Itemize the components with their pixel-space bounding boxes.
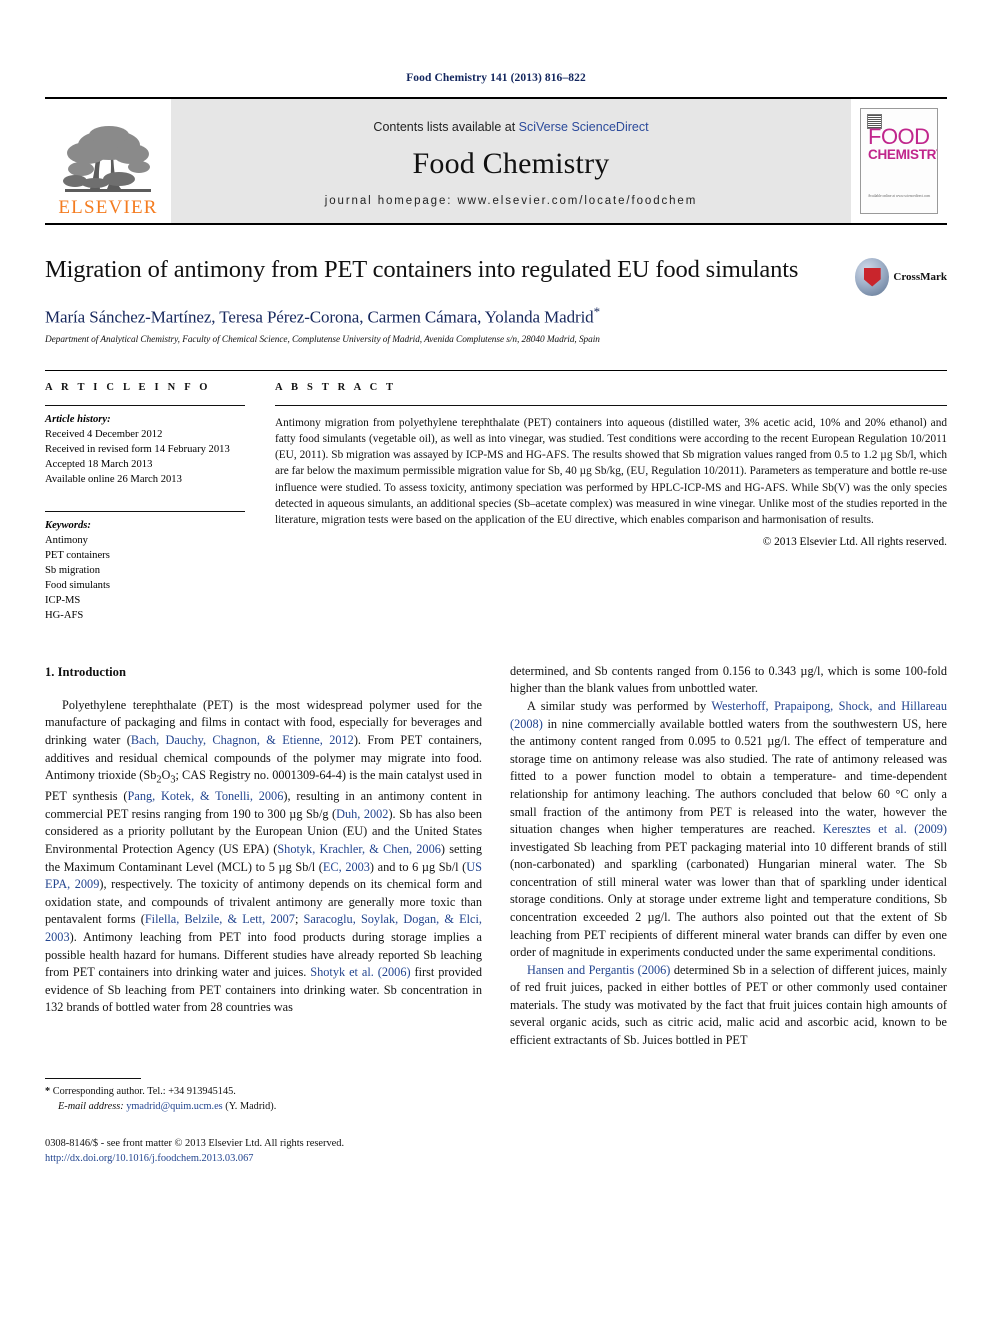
citation-reference[interactable]: Shotyk et al. (2006) bbox=[310, 965, 410, 979]
history-item: Received in revised form 14 February 201… bbox=[45, 443, 230, 455]
corresponding-author-text: Corresponding author. Tel.: +34 91394514… bbox=[52, 1086, 236, 1098]
keyword-item: Sb migration bbox=[45, 564, 101, 576]
history-item: Available online 26 March 2013 bbox=[45, 473, 182, 485]
cover-title-food: FOOD bbox=[868, 124, 930, 149]
citation-reference[interactable]: EC, 2003 bbox=[323, 860, 370, 874]
history-item: Accepted 18 March 2013 bbox=[45, 458, 153, 470]
article-history-group: Article history: Received 4 December 201… bbox=[45, 406, 245, 487]
paragraph-right-1: determined, and Sb contents ranged from … bbox=[510, 663, 947, 696]
article-info-column: A R T I C L E I N F O Article history: R… bbox=[45, 382, 275, 623]
article-info-heading: A R T I C L E I N F O bbox=[45, 381, 211, 393]
doi-link[interactable]: http://dx.doi.org/10.1016/j.foodchem.201… bbox=[45, 1151, 482, 1167]
sciencedirect-link[interactable]: SciVerse ScienceDirect bbox=[519, 120, 649, 134]
journal-masthead: ELSEVIER Contents lists available at Sci… bbox=[45, 97, 947, 225]
page-title: Migration of antimony from PET container… bbox=[45, 256, 799, 283]
email-note: E-mail address: ymadrid@quim.ucm.es (Y. … bbox=[45, 1100, 482, 1115]
citation-reference[interactable]: Bach, Dauchy, Chagnon, & Etienne, 2012 bbox=[131, 733, 354, 747]
citation-reference[interactable]: Duh, 2002 bbox=[336, 807, 388, 821]
citation-reference[interactable]: Westerhoff, Prapaipong, Shock, and Hilla… bbox=[510, 699, 947, 731]
keyword-item: Antimony bbox=[45, 534, 88, 546]
paragraph-right-3: Hansen and Pergantis (2006) determined S… bbox=[510, 962, 947, 1048]
crossmark-icon bbox=[855, 258, 890, 296]
author-names: María Sánchez-Martínez, Teresa Pérez-Cor… bbox=[45, 307, 594, 327]
footnote-area: * Corresponding author. Tel.: +34 913945… bbox=[45, 1078, 482, 1166]
issn-copyright-block: 0308-8146/$ - see front matter © 2013 El… bbox=[45, 1136, 482, 1167]
title-block: Migration of antimony from PET container… bbox=[45, 255, 947, 345]
keyword-item: PET containers bbox=[45, 549, 110, 561]
keywords-group: Keywords: Antimony PET containers Sb mig… bbox=[45, 512, 245, 623]
email-address-link[interactable]: ymadrid@quim.ucm.es bbox=[126, 1101, 222, 1112]
citation-reference[interactable]: Keresztes et al. (2009) bbox=[823, 822, 947, 836]
keywords-label: Keywords: bbox=[45, 519, 91, 531]
journal-title: Food Chemistry bbox=[412, 146, 610, 180]
info-abstract-band: A R T I C L E I N F O Article history: R… bbox=[45, 369, 947, 623]
keyword-item: HG-AFS bbox=[45, 609, 84, 621]
elsevier-logo: ELSEVIER bbox=[45, 99, 171, 223]
crossmark-badge[interactable]: CrossMark bbox=[855, 255, 947, 299]
email-label: E-mail address: bbox=[58, 1101, 124, 1112]
citation-reference[interactable]: Hansen and Pergantis (2006) bbox=[527, 963, 670, 977]
body-columns: 1. Introduction Polyethylene terephthala… bbox=[45, 663, 947, 1167]
running-head: Food Chemistry 141 (2013) 816–822 bbox=[406, 72, 586, 84]
article-history-label: Article history: bbox=[45, 413, 111, 425]
footnote-rule bbox=[45, 1078, 141, 1080]
body-left-column: 1. Introduction Polyethylene terephthala… bbox=[45, 663, 482, 1167]
abstract-heading: A B S T R A C T bbox=[275, 381, 397, 393]
elsevier-tree-icon bbox=[63, 126, 151, 192]
paragraph-right-2: A similar study was performed by Westerh… bbox=[510, 699, 948, 960]
cover-title-chemistry: CHEMISTRY bbox=[868, 147, 938, 162]
abstract-copyright: © 2013 Elsevier Ltd. All rights reserved… bbox=[762, 536, 947, 549]
journal-cover-thumbnail: FOOD CHEMISTRY Available online at www.s… bbox=[851, 99, 947, 223]
footnote-star: * bbox=[45, 1086, 51, 1098]
keyword-item: Food simulants bbox=[45, 579, 111, 591]
affiliation: Department of Analytical Chemistry, Facu… bbox=[45, 334, 600, 345]
paper-page: Food Chemistry 141 (2013) 816–822 ELSEVI… bbox=[0, 0, 992, 1323]
cover-footline: Available online at www.sciencedirect.co… bbox=[867, 193, 931, 198]
corresponding-author-marker: * bbox=[593, 303, 601, 319]
email-suffix: (Y. Madrid). bbox=[225, 1101, 277, 1112]
citation-reference[interactable]: Pang, Kotek, & Tonelli, 2006 bbox=[128, 789, 284, 803]
journal-homepage-link[interactable]: journal homepage: www.elsevier.com/locat… bbox=[325, 195, 697, 207]
journal-band: Contents lists available at SciVerse Sci… bbox=[171, 99, 851, 223]
author-list: María Sánchez-Martínez, Teresa Pérez-Cor… bbox=[45, 304, 947, 328]
body-right-column: determined, and Sb contents ranged from … bbox=[510, 663, 947, 1167]
section-heading-introduction: 1. Introduction bbox=[45, 664, 126, 679]
crossmark-label: CrossMark bbox=[893, 271, 947, 283]
paragraph-intro-1: Polyethylene terephthalate (PET) is the … bbox=[45, 697, 482, 1015]
citation-reference[interactable]: Shotyk, Krachler, & Chen, 2006 bbox=[277, 842, 441, 856]
abstract-column: A B S T R A C T Antimony migration from … bbox=[275, 382, 947, 623]
citation-reference[interactable]: US EPA, 2009 bbox=[45, 860, 482, 892]
citation-reference[interactable]: Filella, Belzile, & Lett, 2007 bbox=[145, 912, 295, 926]
issn-line: 0308-8146/$ - see front matter © 2013 El… bbox=[45, 1137, 345, 1149]
corresponding-author-note: * Corresponding author. Tel.: +34 913945… bbox=[45, 1085, 482, 1100]
elsevier-wordmark: ELSEVIER bbox=[58, 197, 158, 218]
keyword-item: ICP-MS bbox=[45, 594, 81, 606]
contents-available-line: Contents lists available at SciVerse Sci… bbox=[373, 120, 648, 134]
abstract-text: Antimony migration from polyethylene ter… bbox=[275, 416, 947, 527]
cover-image: FOOD CHEMISTRY Available online at www.s… bbox=[860, 108, 938, 214]
contents-prefix: Contents lists available at bbox=[373, 119, 519, 134]
history-item: Received 4 December 2012 bbox=[45, 428, 163, 440]
